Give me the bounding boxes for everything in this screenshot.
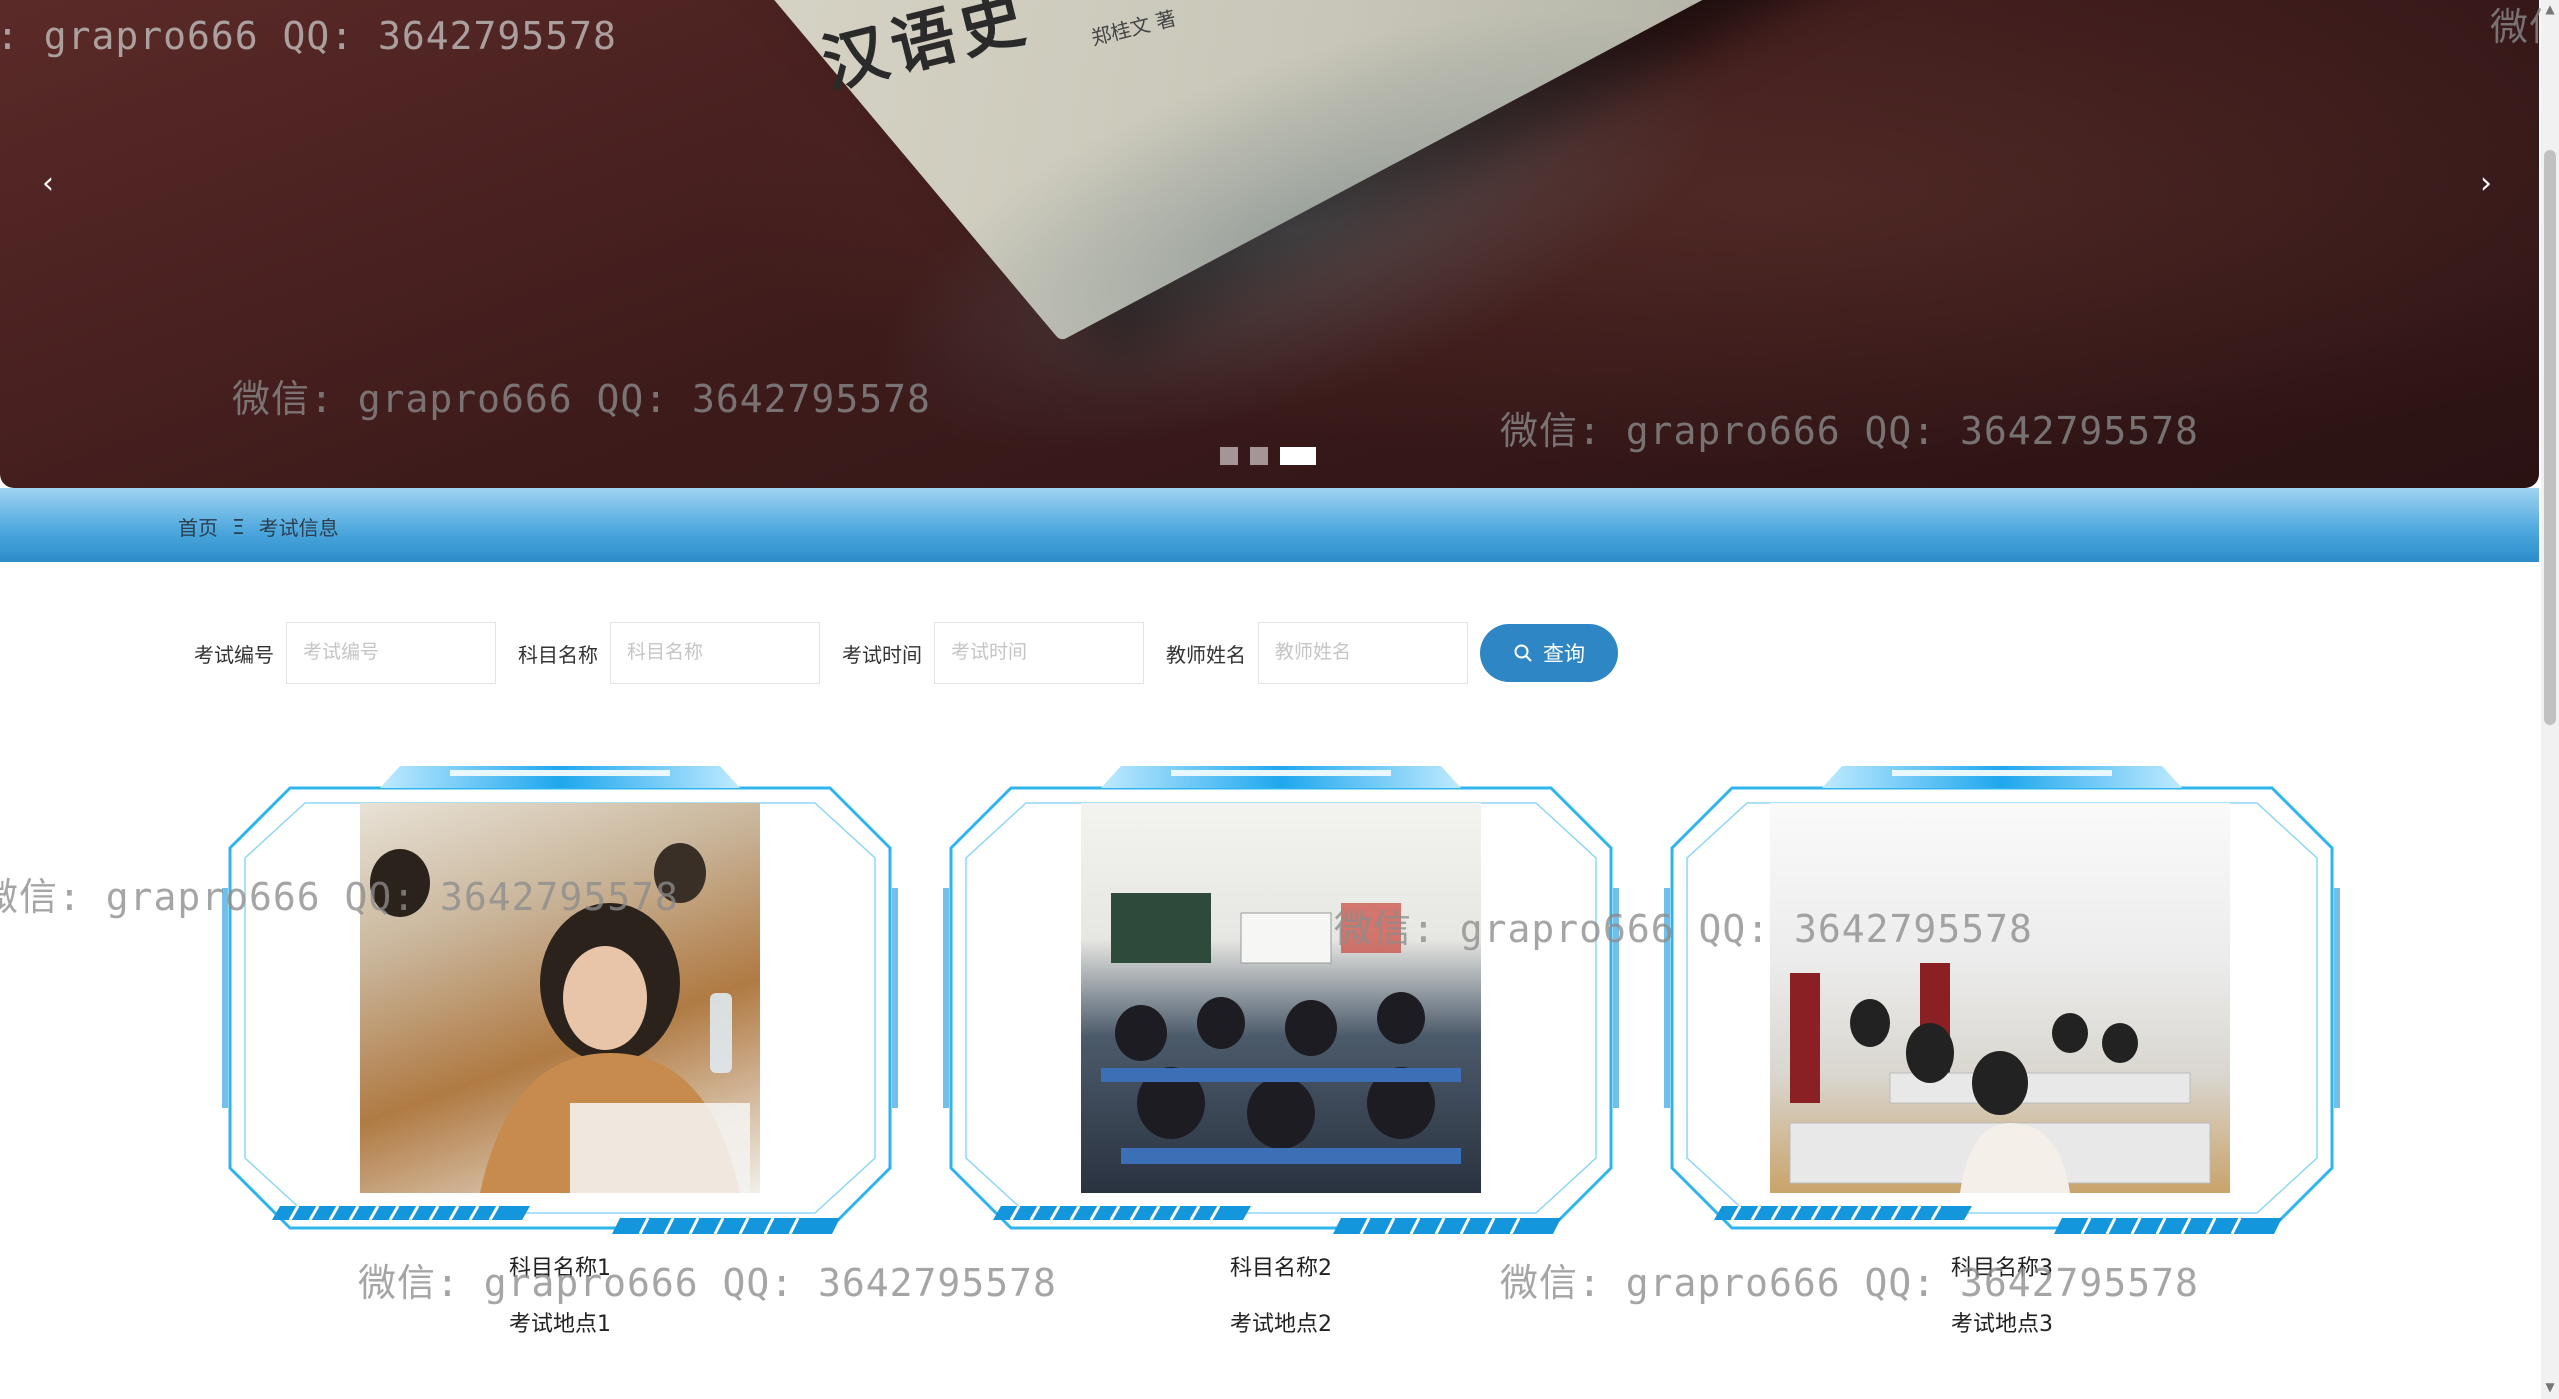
- watermark-text: 微信: grapro666 QQ: 3642795578: [232, 377, 931, 421]
- breadcrumb-separator-icon: Ξ: [232, 514, 245, 539]
- carousel-indicators: [1220, 447, 1316, 465]
- exam-photo: [1770, 803, 2230, 1193]
- exam-time-label: 考试时间: [842, 642, 922, 667]
- exam-card[interactable]: 科目名称1 考试地点1: [220, 758, 900, 1358]
- exam-number-label: 考试编号: [194, 642, 274, 667]
- watermark-text: : grapro666 QQ: 3642795578: [0, 14, 617, 58]
- carousel-dot-3[interactable]: [1280, 447, 1316, 465]
- scroll-down-icon[interactable]: ▼: [2543, 1380, 2557, 1394]
- exam-time-input[interactable]: [934, 622, 1144, 684]
- breadcrumb-current: 考试信息: [258, 516, 339, 540]
- search-button-label: 查询: [1543, 643, 1585, 666]
- subject-name-input[interactable]: [610, 622, 820, 684]
- exam-photo: [1081, 803, 1481, 1193]
- search-form: 考试编号 科目名称 考试时间 教师姓名 查询: [194, 622, 1618, 684]
- watermark-text: 微信: grapro666 QQ: 3642795578: [1500, 409, 2199, 453]
- exam-location: 考试地点3: [1951, 1312, 2053, 1337]
- exam-card[interactable]: 科目名称2 考试地点2: [941, 758, 1621, 1358]
- teacher-name-label: 教师姓名: [1166, 642, 1246, 667]
- search-icon: [1514, 644, 1532, 662]
- teacher-name-input[interactable]: [1258, 622, 1468, 684]
- carousel-next-icon[interactable]: ›: [2480, 166, 2492, 201]
- subject-name: 科目名称2: [1230, 1256, 1332, 1281]
- exam-card[interactable]: 科目名称3 考试地点3: [1662, 758, 2342, 1358]
- breadcrumb-home-link[interactable]: 首页: [178, 512, 218, 541]
- carousel-dot-1[interactable]: [1220, 447, 1238, 465]
- exam-location: 考试地点1: [509, 1312, 611, 1337]
- carousel-prev-icon[interactable]: ‹: [42, 166, 54, 201]
- breadcrumb-bar: [0, 488, 2539, 562]
- scroll-up-icon[interactable]: ▲: [2543, 2, 2557, 16]
- scrollbar-thumb[interactable]: [2544, 150, 2556, 725]
- subject-name: 科目名称1: [509, 1256, 611, 1281]
- banner-carousel: 汉语史 郑桂文 著 ‹ › : grapro666 QQ: 3642795578…: [0, 0, 2539, 488]
- subject-name-label: 科目名称: [518, 642, 598, 667]
- exam-photo: [360, 803, 760, 1193]
- exam-number-input[interactable]: [286, 622, 496, 684]
- breadcrumb: 首页 Ξ 考试信息: [178, 512, 339, 541]
- search-button[interactable]: 查询: [1480, 624, 1618, 682]
- subject-name: 科目名称3: [1951, 1256, 2053, 1281]
- exam-location: 考试地点2: [1230, 1312, 1332, 1337]
- carousel-dot-2[interactable]: [1250, 447, 1268, 465]
